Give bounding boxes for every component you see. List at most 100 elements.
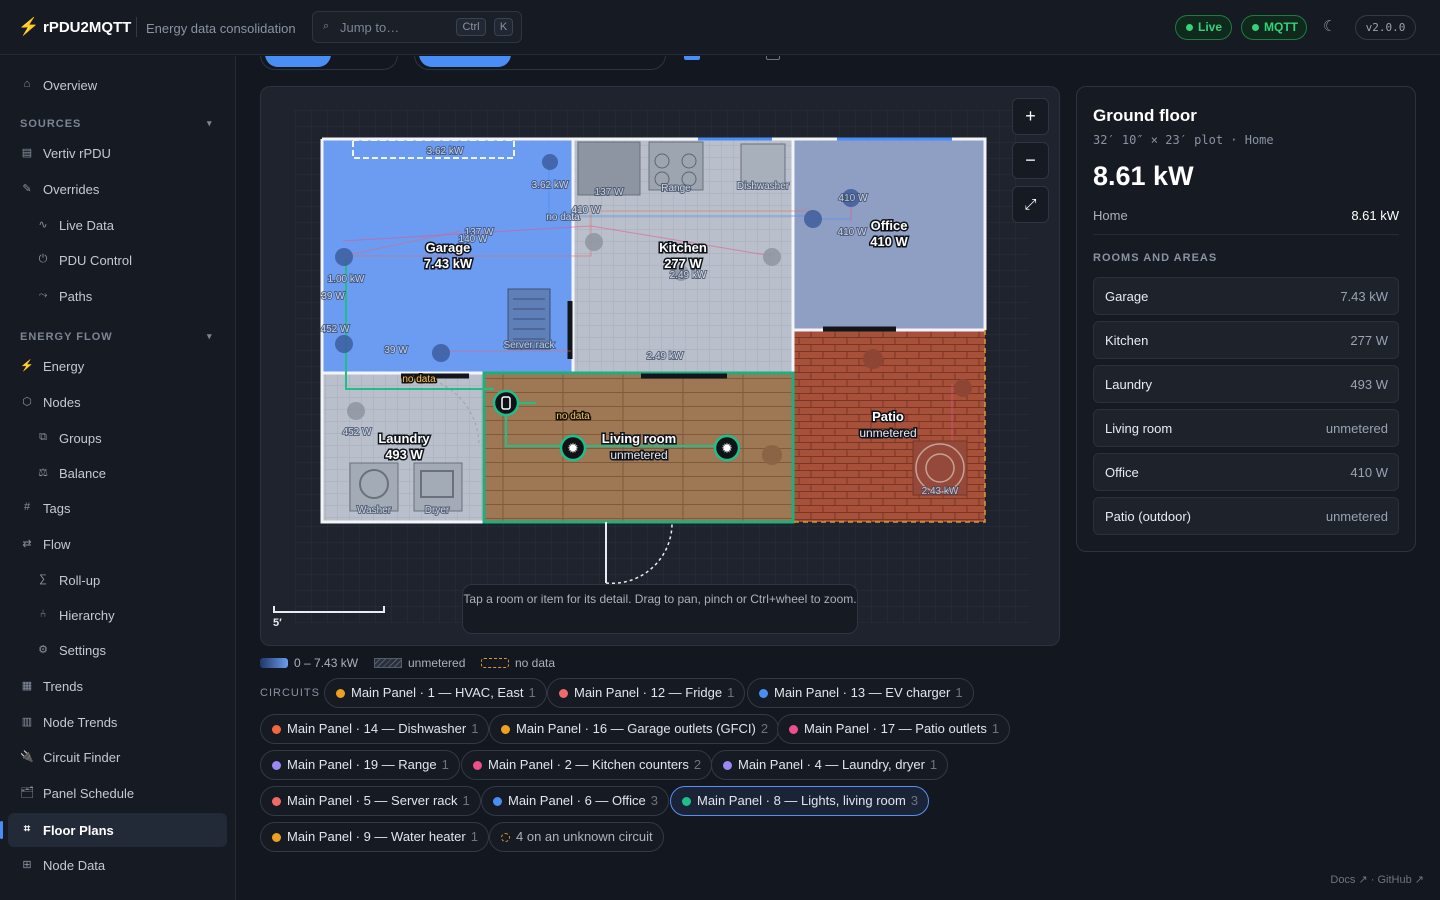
dishwasher-appliance[interactable] <box>740 143 786 187</box>
outlet-marker[interactable] <box>335 335 353 353</box>
outlet-marker[interactable] <box>763 248 781 266</box>
nav-node-trends[interactable]: ▥ Node Trends <box>8 705 227 739</box>
circuit-chip[interactable]: Main Panel · 9 — Water heater 1 <box>260 822 489 852</box>
room-label-office: Office <box>871 218 908 233</box>
checkbox-unchecked[interactable] <box>766 56 780 60</box>
circuit-chip[interactable]: Main Panel · 14 — Dishwasher 1 <box>260 714 490 744</box>
circuit-color-dot <box>272 833 281 842</box>
circuit-color-dot <box>336 689 345 698</box>
nav-label: Overview <box>43 78 98 93</box>
nav-nodes[interactable]: ⬡ Nodes <box>8 385 227 419</box>
circuit-label: Main Panel · 2 — Kitchen counters <box>488 757 689 772</box>
view-toggle-active[interactable] <box>265 56 331 67</box>
light-switch-marker[interactable] <box>492 389 520 417</box>
circuit-color-dot <box>473 761 482 770</box>
nav-node-data[interactable]: ⊞ Node Data <box>8 848 227 882</box>
outlet-marker[interactable] <box>542 154 558 170</box>
room-value: 410 W <box>1350 465 1388 480</box>
nav-label: Node Data <box>43 858 106 873</box>
circuit-color-dot <box>272 797 281 806</box>
nav-trends[interactable]: ▦ Trends <box>8 669 227 703</box>
theme-toggle-moon-icon[interactable]: ☾ <box>1323 17 1336 35</box>
circuit-chip[interactable]: Main Panel · 16 — Garage outlets (GFCI) 2 <box>489 714 780 744</box>
room-row[interactable]: Office 410 W <box>1093 453 1399 491</box>
nav-floor-plans[interactable]: ⌗ Floor Plans <box>0 813 227 847</box>
outlet-marker[interactable] <box>432 344 450 362</box>
nav-overview[interactable]: ⌂ Overview <box>8 68 227 102</box>
item-label: 410 W <box>839 193 868 204</box>
outlet-marker[interactable] <box>585 233 603 251</box>
patio-light-marker[interactable] <box>863 349 883 369</box>
outlet-marker[interactable] <box>347 402 365 420</box>
nav-circuit-finder[interactable]: 🔌 Circuit Finder <box>8 740 227 774</box>
circuit-chip[interactable]: Main Panel · 6 — Office 3 <box>481 786 669 816</box>
nav-vertiv[interactable]: ▤ Vertiv rPDU <box>8 136 227 170</box>
nav-tags[interactable]: # Tags <box>8 491 227 525</box>
search-placeholder: Jump to… <box>340 20 400 35</box>
nav-panel-schedule[interactable]: 🗂 Panel Schedule <box>8 776 227 810</box>
view-toggle-group[interactable] <box>260 56 398 70</box>
circuit-chip[interactable]: Main Panel · 19 — Range 1 <box>260 750 460 780</box>
mqtt-status-badge[interactable]: MQTT <box>1241 15 1307 40</box>
plug-icon: 🔌 <box>20 751 34 763</box>
legend-unmetered: unmetered <box>374 656 465 670</box>
section-sources[interactable]: SOURCES ▾ <box>20 118 212 130</box>
hash-icon: # <box>23 501 31 513</box>
nav-flow[interactable]: ⇄ Flow <box>8 527 227 561</box>
circuit-chip[interactable]: Main Panel · 13 — EV charger 1 <box>747 678 974 708</box>
floor-toggle-active[interactable] <box>419 56 511 67</box>
room-row[interactable]: Garage 7.43 kW <box>1093 277 1399 315</box>
unknown-circuit-chip[interactable]: 4 on an unknown circuit <box>489 822 664 852</box>
room-row[interactable]: Patio (outdoor) unmetered <box>1093 497 1399 535</box>
circuit-chip[interactable]: Main Panel · 1 — HVAC, East 1 <box>324 678 547 708</box>
nav-hierarchy[interactable]: ⑃ Hierarchy <box>8 598 227 632</box>
room-name: Kitchen <box>1105 333 1149 348</box>
room-row[interactable]: Laundry 493 W <box>1093 365 1399 403</box>
section-energy-flow[interactable]: ENERGY FLOW ▾ <box>20 331 212 343</box>
hexagon-icon: ⬡ <box>22 396 32 408</box>
circuit-chip[interactable]: Main Panel · 2 — Kitchen counters 2 <box>461 750 713 780</box>
floor-plan-svg[interactable]: ✹ ✹ Garage 7.43 kW Kitchen 277 W Office … <box>261 87 1060 646</box>
live-status-badge[interactable]: Live <box>1175 15 1232 40</box>
circuit-chip[interactable]: Main Panel · 8 — Lights, living room 3 <box>670 786 930 816</box>
bolt-logo-icon: ⚡ <box>18 17 40 36</box>
jump-to-search[interactable]: ⌕ Jump to… Ctrl K <box>312 11 522 43</box>
circuit-chip[interactable]: Main Panel · 12 — Fridge 1 <box>547 678 746 708</box>
zoom-in-button[interactable]: + <box>1012 98 1049 135</box>
living-outlet-marker[interactable] <box>762 445 782 465</box>
circuit-chip[interactable]: Main Panel · 17 — Patio outlets 1 <box>777 714 1011 744</box>
nav-rollup[interactable]: ∑ Roll-up <box>8 563 227 597</box>
bar-chart-icon: ▦ <box>21 680 33 692</box>
circuit-chip[interactable]: Main Panel · 4 — Laundry, dryer 1 <box>711 750 949 780</box>
nav-live-data[interactable]: ∿ Live Data <box>8 208 227 242</box>
circuit-chip[interactable]: Main Panel · 5 — Server rack 1 <box>260 786 481 816</box>
room-row[interactable]: Kitchen 277 W <box>1093 321 1399 359</box>
scale-bar <box>273 606 385 613</box>
outlet-marker[interactable] <box>804 210 822 228</box>
circuit-color-dot <box>501 725 510 734</box>
item-label: Range <box>661 183 691 194</box>
patio-outlet-marker[interactable] <box>954 379 972 397</box>
no-data-label: no data <box>556 411 590 422</box>
nav-balance[interactable]: ⚖ Balance <box>8 456 227 490</box>
floor-toggle-group[interactable] <box>414 56 666 70</box>
app-title[interactable]: rPDU2MQTT <box>43 19 131 36</box>
circuit-label: Main Panel · 14 — Dishwasher <box>287 721 467 736</box>
nav-pdu-control[interactable]: ⏻ PDU Control <box>8 243 227 277</box>
item-label: 1.00 kW <box>328 274 365 285</box>
circuit-count: 1 <box>441 757 449 772</box>
nav-energy[interactable]: ⚡ Energy <box>8 349 227 383</box>
zoom-out-button[interactable]: − <box>1012 142 1049 179</box>
room-row[interactable]: Living room unmetered <box>1093 409 1399 447</box>
outlet-marker[interactable] <box>335 248 353 266</box>
nav-label: Trends <box>43 679 83 694</box>
nav-overrides[interactable]: ✎ Overrides <box>8 172 227 206</box>
nav-paths[interactable]: ⤳ Paths <box>8 279 227 313</box>
version-badge: v2.0.0 <box>1355 15 1416 40</box>
nav-settings[interactable]: ⚙ Settings <box>8 633 227 667</box>
footer-links[interactable]: Docs ↗ · GitHub ↗ <box>1330 873 1424 886</box>
fit-view-button[interactable]: ⤢ <box>1012 186 1049 223</box>
floor-plan-canvas[interactable]: ✹ ✹ Garage 7.43 kW Kitchen 277 W Office … <box>260 86 1060 646</box>
checkbox-checked[interactable] <box>684 56 700 60</box>
nav-groups[interactable]: ⧉ Groups <box>8 421 227 455</box>
